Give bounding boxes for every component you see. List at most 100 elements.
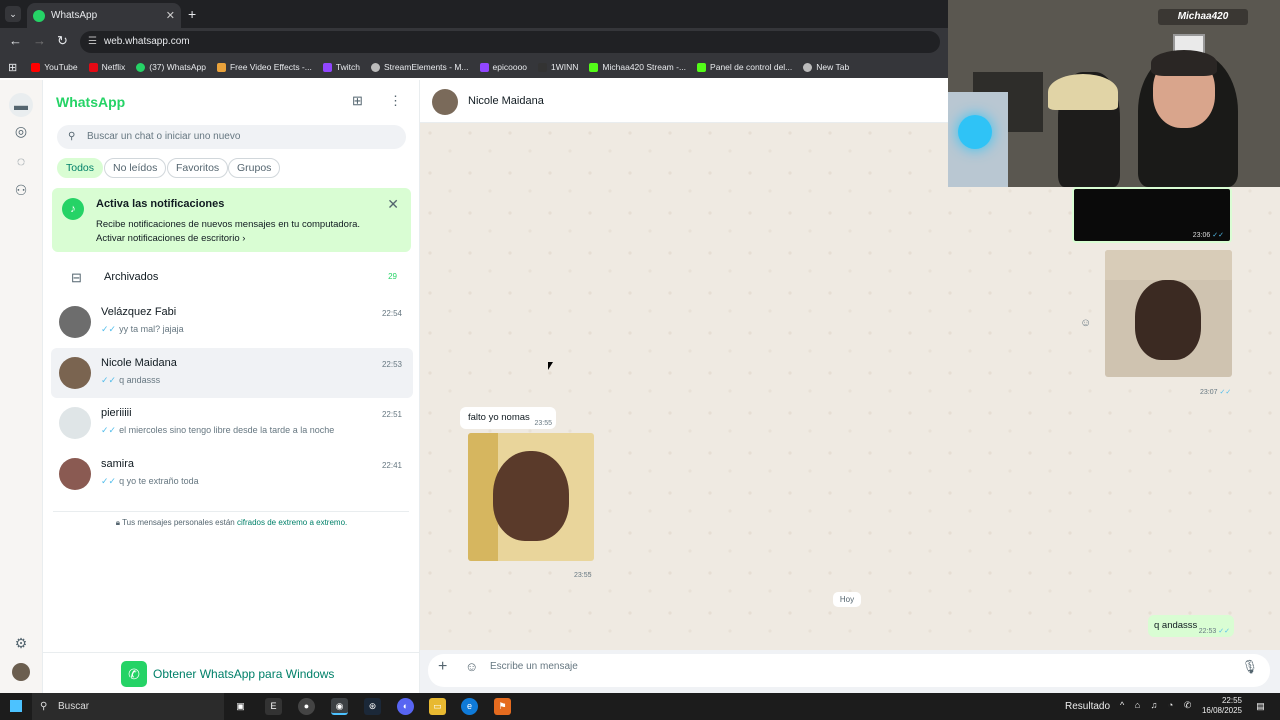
- chat-name: samira: [101, 458, 135, 470]
- back-icon[interactable]: ←: [9, 33, 22, 48]
- encryption-link[interactable]: cifrados de extremo a extremo.: [237, 518, 347, 527]
- task-view-icon[interactable]: ▣: [232, 698, 249, 715]
- chat-preview: ✓✓ el miercoles sino tengo libre desde la…: [101, 425, 335, 435]
- bookmark-youtube[interactable]: YouTube: [31, 62, 78, 72]
- address-bar[interactable]: ☰ web.whatsapp.com: [80, 31, 940, 53]
- steam-icon[interactable]: ⊛: [364, 698, 381, 715]
- status-icon[interactable]: ◎: [12, 122, 30, 140]
- epic-games-icon[interactable]: E: [265, 698, 282, 715]
- archived-row[interactable]: ⊟ Archivados 29: [43, 260, 420, 296]
- reload-icon[interactable]: ↻: [57, 33, 68, 49]
- message-text: falto yo nomas: [468, 412, 530, 423]
- discord-icon[interactable]: ◐: [397, 698, 414, 715]
- chat-time: 22:53: [381, 360, 402, 369]
- bookmark-free-video-effects[interactable]: Free Video Effects -...: [216, 62, 312, 72]
- url-text: web.whatsapp.com: [104, 36, 190, 47]
- app-icon[interactable]: ⚑: [494, 698, 511, 715]
- result-label: Resultado: [1065, 701, 1111, 712]
- edge-icon[interactable]: e: [461, 698, 478, 715]
- bookmark-netflix[interactable]: Netflix: [88, 62, 125, 72]
- sticker-emoji-icon[interactable]: ☺: [465, 659, 478, 674]
- file-explorer-icon[interactable]: ▭: [429, 698, 446, 715]
- outgoing-image-message[interactable]: 23:06 ✓✓: [1072, 187, 1232, 243]
- avatar: [59, 306, 91, 338]
- clock-date: 16/08/2025: [1201, 706, 1242, 715]
- archived-count: 29: [388, 272, 397, 281]
- settings-icon[interactable]: ⚙: [12, 634, 30, 652]
- chat-time: 22:54: [381, 309, 402, 318]
- image-content: [493, 451, 569, 541]
- chrome-icon[interactable]: ◉: [331, 698, 348, 715]
- site-info-icon[interactable]: ☰: [88, 31, 97, 53]
- chat-list-panel: WhatsApp ⊞ ⋮ ⚲ Buscar un chat o iniciar …: [43, 80, 420, 693]
- forward-icon[interactable]: →: [33, 33, 46, 48]
- bookmark-whatsapp[interactable]: (37) WhatsApp: [136, 62, 206, 72]
- system-tray[interactable]: ^ ⌂ ♫ ◔ ✆: [1120, 700, 1195, 711]
- incoming-message[interactable]: falto yo nomas 23:55: [460, 407, 556, 429]
- browser-tab-whatsapp[interactable]: WhatsApp ✕: [27, 3, 181, 28]
- chat-item-selected[interactable]: Nicole Maidana 22:53 ✓✓ q andasss: [51, 348, 413, 398]
- chat-item[interactable]: Velázquez Fabi 22:54 ✓✓ yy ta mal? jajaja: [51, 297, 413, 347]
- double-check-icon: ✓✓: [101, 476, 117, 486]
- windows-start-icon[interactable]: [10, 700, 22, 712]
- search-icon: ⚲: [68, 131, 76, 142]
- apps-icon[interactable]: ⊞: [8, 61, 17, 74]
- message-time: 23:55: [534, 420, 552, 427]
- bookmark-twitch[interactable]: Twitch: [322, 62, 360, 72]
- clock[interactable]: 22:55 16/08/2025: [1200, 696, 1242, 716]
- streamer-tag: Michaa420: [1158, 9, 1248, 25]
- filter-grupos[interactable]: Grupos: [228, 158, 281, 178]
- bookmark-streamelements[interactable]: StreamElements - M...: [370, 62, 469, 72]
- obs-icon[interactable]: ●: [298, 698, 315, 715]
- search-input[interactable]: ⚲ Buscar un chat o iniciar uno nuevo: [57, 125, 406, 149]
- channels-icon[interactable]: ◌: [12, 152, 30, 170]
- filter-favoritos[interactable]: Favoritos: [167, 158, 229, 178]
- taskbar-search[interactable]: ⚲ Buscar: [32, 693, 224, 720]
- chat-preview: ✓✓ yy ta mal? jajaja: [101, 324, 184, 334]
- chat-name: pieriiiii: [101, 407, 132, 419]
- search-icon: ⚲: [40, 701, 48, 712]
- filter-no-leidos[interactable]: No leídos: [104, 158, 167, 178]
- bookmark-1winn[interactable]: 1WINN: [538, 62, 578, 72]
- bookmark-epicoooo[interactable]: epicoooo: [479, 62, 527, 72]
- archive-icon: ⊟: [71, 270, 82, 285]
- filter-todos[interactable]: Todos: [57, 158, 104, 178]
- profile-avatar[interactable]: [12, 663, 30, 681]
- taskbar-search-label: Buscar: [58, 701, 90, 712]
- tab-search-button[interactable]: ⌄: [5, 6, 21, 22]
- webcam-overlay: Michaa420: [948, 0, 1280, 187]
- contact-avatar[interactable]: [432, 89, 458, 115]
- menu-icon[interactable]: ⋮: [389, 93, 402, 109]
- message-text: q andasss: [1154, 620, 1198, 631]
- encryption-notice: 🔒︎ Tus mensajes personales están cifrado…: [115, 518, 348, 527]
- result-widget[interactable]: Resultado: [1065, 701, 1110, 712]
- bookmark-michaa420-stream[interactable]: Michaa420 Stream -...: [589, 62, 686, 72]
- communities-icon[interactable]: ⚇: [12, 181, 30, 199]
- notifications-icon[interactable]: ▤: [1252, 698, 1269, 715]
- attach-icon[interactable]: +: [438, 658, 447, 676]
- enable-notifications-link[interactable]: Activar notificaciones de escritorio ›: [96, 233, 245, 244]
- outgoing-image-message[interactable]: [1105, 250, 1232, 377]
- message-time: 23:07 ✓✓: [1200, 389, 1232, 396]
- whatsapp-logo-icon: ✆: [121, 661, 147, 687]
- chats-icon[interactable]: ▬: [9, 93, 33, 117]
- whatsapp-favicon-icon: [33, 9, 45, 22]
- notification-body: Recibe notificaciones de nuevos mensajes…: [96, 219, 361, 230]
- chat-item[interactable]: samira 22:41 ✓✓ q yo te extraño toda: [51, 449, 413, 499]
- react-emoji-icon[interactable]: ☺: [1080, 317, 1091, 329]
- bookmark-panel-de-control[interactable]: Panel de control del...: [697, 62, 792, 72]
- outgoing-message[interactable]: q andasss 22:53 ✓✓: [1148, 615, 1234, 637]
- bookmark-new-tab[interactable]: New Tab: [803, 62, 849, 72]
- nav-rail: ▬ ◎ ◌ ⚇ ⚙: [0, 80, 43, 693]
- double-check-icon: ✓✓: [101, 324, 117, 334]
- message-time: 22:53 ✓✓: [1198, 628, 1230, 635]
- tab-title: WhatsApp: [51, 10, 98, 21]
- new-chat-icon[interactable]: ⊞: [352, 93, 363, 109]
- chat-item[interactable]: pieriiiii 22:51 ✓✓ el miercoles sino teng…: [51, 398, 413, 448]
- close-tab-icon[interactable]: ✕: [166, 9, 175, 22]
- new-tab-button[interactable]: +: [188, 6, 196, 22]
- close-icon[interactable]: ✕: [387, 196, 399, 213]
- get-whatsapp-windows-banner[interactable]: ✆ Obtener WhatsApp para Windows: [43, 652, 420, 693]
- microphone-icon[interactable]: 🎙︎: [1241, 659, 1258, 675]
- incoming-image-message[interactable]: [468, 433, 594, 561]
